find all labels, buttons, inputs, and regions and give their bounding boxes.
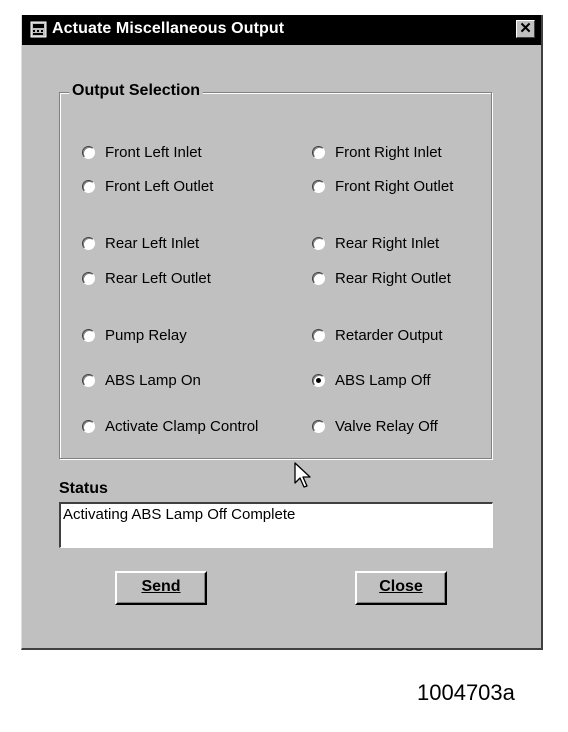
radio-button[interactable] bbox=[312, 328, 325, 342]
option-label: Rear Right Outlet bbox=[335, 269, 451, 287]
option-label: Front Left Outlet bbox=[105, 177, 214, 195]
option-rear-right-inlet[interactable]: Rear Right Inlet bbox=[312, 232, 439, 254]
option-label: Valve Relay Off bbox=[335, 417, 438, 435]
app-window-icon bbox=[30, 21, 47, 38]
option-label: Rear Left Inlet bbox=[105, 234, 200, 252]
option-rear-left-inlet[interactable]: Rear Left Inlet bbox=[82, 232, 199, 254]
output-selection-group: Output Selection Front Left Inlet Front … bbox=[59, 82, 492, 459]
option-activate-clamp-control[interactable]: Activate Clamp Control bbox=[82, 415, 258, 437]
radio-button[interactable] bbox=[82, 271, 95, 285]
status-text: Activating ABS Lamp Off Complete bbox=[63, 506, 296, 523]
option-abs-lamp-on[interactable]: ABS Lamp On bbox=[82, 369, 201, 391]
option-front-right-inlet[interactable]: Front Right Inlet bbox=[312, 141, 442, 163]
option-label: ABS Lamp On bbox=[105, 371, 201, 389]
radio-button[interactable] bbox=[312, 145, 325, 159]
mouse-pointer-icon bbox=[294, 462, 311, 488]
radio-button[interactable] bbox=[82, 145, 95, 159]
option-label: Front Right Inlet bbox=[335, 143, 442, 161]
radio-button[interactable] bbox=[82, 373, 95, 387]
option-label: Pump Relay bbox=[105, 326, 187, 344]
option-label: Front Left Inlet bbox=[105, 143, 202, 161]
option-label: Rear Left Outlet bbox=[105, 269, 211, 287]
send-button[interactable]: Send bbox=[115, 571, 207, 605]
option-label: Front Right Outlet bbox=[335, 177, 454, 195]
option-rear-left-outlet[interactable]: Rear Left Outlet bbox=[82, 267, 211, 289]
radio-button[interactable] bbox=[82, 179, 95, 193]
radio-button[interactable] bbox=[312, 179, 325, 193]
actuate-output-dialog: Actuate Miscellaneous Output ✕ Output Se… bbox=[21, 15, 543, 650]
radio-button[interactable] bbox=[312, 236, 325, 250]
option-label: Activate Clamp Control bbox=[105, 417, 259, 435]
option-valve-relay-off[interactable]: Valve Relay Off bbox=[312, 415, 438, 437]
status-textbox[interactable]: Activating ABS Lamp Off Complete bbox=[59, 502, 493, 548]
output-selection-label: Output Selection bbox=[69, 82, 203, 100]
radio-button[interactable] bbox=[82, 419, 95, 433]
option-retarder-output[interactable]: Retarder Output bbox=[312, 324, 443, 346]
option-label: Retarder Output bbox=[335, 326, 443, 344]
option-label: ABS Lamp Off bbox=[335, 371, 431, 389]
radio-button[interactable] bbox=[82, 328, 95, 342]
title-bar[interactable]: Actuate Miscellaneous Output ✕ bbox=[22, 15, 541, 45]
radio-button[interactable] bbox=[312, 419, 325, 433]
close-icon[interactable]: ✕ bbox=[516, 20, 535, 38]
radio-button[interactable] bbox=[82, 236, 95, 250]
status-label: Status bbox=[59, 480, 108, 497]
figure-id: 1004703a bbox=[417, 680, 515, 705]
option-abs-lamp-off[interactable]: ABS Lamp Off bbox=[312, 369, 431, 391]
radio-button[interactable] bbox=[312, 271, 325, 285]
close-button[interactable]: Close bbox=[355, 571, 447, 605]
option-front-left-outlet[interactable]: Front Left Outlet bbox=[82, 175, 213, 197]
radio-button-selected[interactable] bbox=[312, 373, 325, 387]
option-rear-right-outlet[interactable]: Rear Right Outlet bbox=[312, 267, 451, 289]
window-title: Actuate Miscellaneous Output bbox=[52, 20, 285, 37]
option-front-right-outlet[interactable]: Front Right Outlet bbox=[312, 175, 453, 197]
option-front-left-inlet[interactable]: Front Left Inlet bbox=[82, 141, 202, 163]
option-label: Rear Right Inlet bbox=[335, 234, 440, 252]
option-pump-relay[interactable]: Pump Relay bbox=[82, 324, 187, 346]
